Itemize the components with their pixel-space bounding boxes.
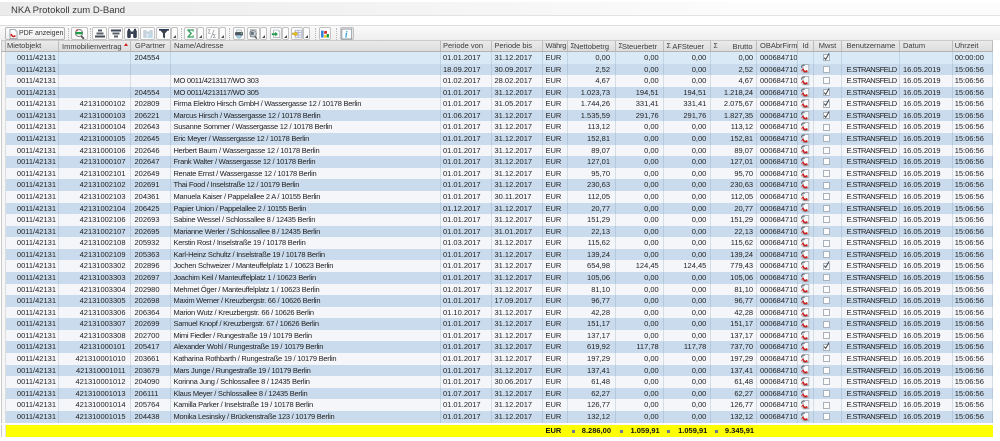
svg-text:Σ: Σ [213, 34, 216, 40]
svg-text:Σ: Σ [208, 29, 211, 35]
